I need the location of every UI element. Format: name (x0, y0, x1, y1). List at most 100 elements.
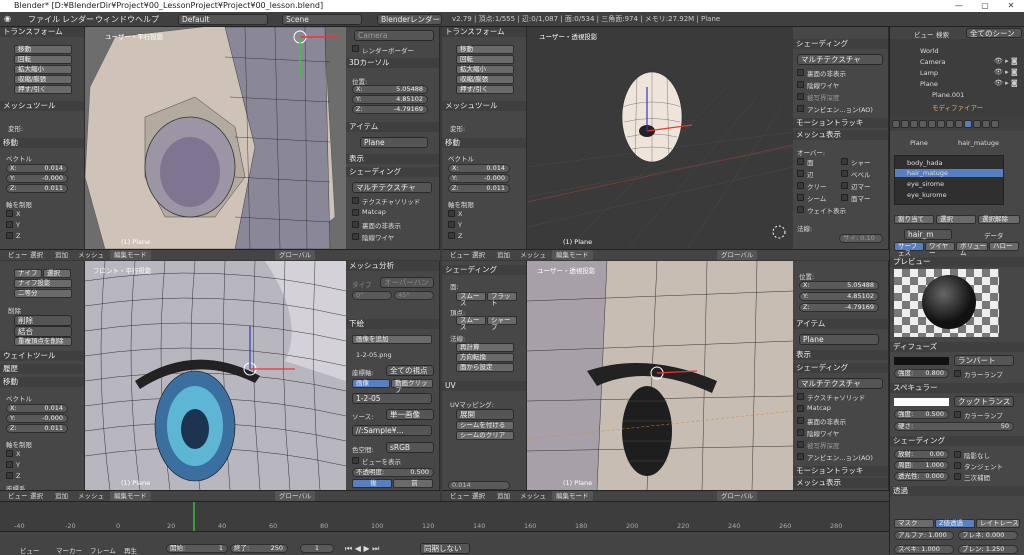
face-checkbox[interactable] (797, 158, 804, 165)
alpha-field[interactable]: アルファ: 1.000 (894, 531, 954, 540)
mode-select[interactable]: 編集モード (552, 250, 593, 260)
constraint-z-checkbox[interactable] (6, 232, 13, 239)
image-datablock-field[interactable]: 1-2-05 (352, 393, 432, 404)
specular-color-swatch[interactable] (894, 398, 949, 406)
view-menu[interactable]: ビュー (450, 491, 470, 501)
render-engine-selector[interactable]: Blenderレンダー (377, 14, 442, 25)
mesh-tools-header[interactable]: メッシュツール (0, 101, 84, 111)
outliner-item-lamp[interactable]: Lamp (920, 69, 938, 77)
view-menu[interactable]: ビュー (8, 250, 28, 260)
backface-checkbox[interactable] (352, 221, 359, 228)
depth-checkbox[interactable] (797, 93, 804, 100)
edge-checkbox[interactable] (797, 170, 804, 177)
backface-checkbox[interactable] (797, 417, 804, 424)
uv-header[interactable]: UV (442, 381, 526, 391)
constraint-z-checkbox[interactable] (6, 472, 13, 479)
mesh-display-header[interactable]: メッシュ表示 (793, 130, 888, 140)
vector-x-field[interactable]: X: 0.014 (448, 164, 510, 173)
outliner-item-world[interactable]: World (920, 47, 939, 55)
maximize-button[interactable]: ▢ (972, 0, 998, 12)
wire-tab[interactable]: ワイヤー (925, 242, 955, 257)
mark-seam-button[interactable]: シームを付ける (456, 421, 514, 430)
menu-file[interactable]: ファイル (28, 14, 60, 25)
outliner-item-plane001[interactable]: Plane.001 (932, 91, 964, 99)
assign-button[interactable]: 割り当て (894, 215, 934, 224)
render-tab-icon[interactable] (892, 119, 900, 128)
translucency-field[interactable]: 透光性: 0.000 (894, 472, 949, 481)
volume-tab[interactable]: ボリューム (956, 242, 988, 257)
push-button[interactable]: 押す/引く (456, 85, 514, 94)
hidden-wire-checkbox[interactable] (797, 81, 804, 88)
timeline-view-menu[interactable]: ビュー (20, 545, 40, 555)
constraint-x-checkbox[interactable] (448, 210, 455, 217)
knife-button[interactable]: ナイフ (14, 269, 42, 278)
menu-window[interactable]: ウィンドウ (95, 14, 135, 25)
shading-mode-select[interactable]: マルチテクスチャ (797, 378, 883, 389)
knife-project-button[interactable]: ナイフ投影 (14, 279, 72, 288)
matcap-checkbox[interactable] (352, 209, 359, 216)
bevel-checkbox[interactable] (841, 170, 848, 177)
location-z-field[interactable]: Z: -4.79169 (799, 303, 879, 312)
item-header[interactable]: アイテム (346, 122, 439, 132)
image-path-field[interactable]: //:Sample¥... (352, 425, 432, 436)
current-frame-field[interactable]: 1 (300, 544, 334, 553)
shading-mode-select[interactable]: マルチテクスチャ (797, 54, 883, 65)
cursor-z-field[interactable]: Z: -4.79169 (352, 105, 428, 114)
render-border-checkbox[interactable] (352, 45, 359, 52)
colorspace-select[interactable]: sRGB (386, 442, 434, 453)
vector-y-field[interactable]: Y: -0.000 (6, 174, 68, 183)
vector-y-field[interactable]: Y: -0.000 (6, 414, 68, 423)
scene-tab-icon[interactable] (910, 119, 918, 128)
vector-y-field[interactable]: Y: -0.000 (448, 174, 510, 183)
delete-select[interactable]: 削除 (14, 315, 72, 326)
face-marks-checkbox[interactable] (841, 194, 848, 201)
location-x-field[interactable]: X: 5.05488 (799, 281, 879, 290)
layers-tab-icon[interactable] (901, 119, 909, 128)
textured-solid-checkbox[interactable] (352, 197, 359, 204)
operator-header[interactable]: 移動 (442, 138, 526, 148)
outliner-item-modifier[interactable]: モディファイアー (932, 102, 983, 112)
ambient-field[interactable]: 周囲: 1.000 (894, 461, 949, 470)
vector-z-field[interactable]: Z: 0.011 (6, 184, 68, 193)
item-name-field[interactable]: Plane (799, 334, 879, 345)
shading-header[interactable]: シェーディング (346, 167, 439, 177)
layout-selector[interactable]: Default (178, 14, 268, 25)
mesh-menu[interactable]: メッシュ (520, 250, 546, 260)
mesh-menu[interactable]: メッシュ (520, 491, 546, 501)
diffuse-intensity-field[interactable]: 強度: 0.800 (894, 369, 949, 378)
seam-checkbox[interactable] (797, 194, 804, 201)
motion-tracking-header[interactable]: モーショントラッキ (793, 466, 888, 476)
visibility-eye-icon[interactable]: 👁 ▸ ◙ (994, 57, 1018, 65)
push-button[interactable]: 押す/引く (14, 85, 72, 94)
texture-tab-icon[interactable] (973, 119, 981, 128)
physics-tab-icon[interactable] (991, 119, 999, 128)
raytrace-tab[interactable]: レイトレース (976, 519, 1020, 528)
display-header[interactable]: 表示 (793, 350, 888, 360)
hidden-wire-checkbox[interactable] (797, 429, 804, 436)
axis-select[interactable]: 全ての視点 (386, 365, 434, 376)
select-menu[interactable]: 選択 (472, 250, 485, 260)
ao-checkbox[interactable] (797, 453, 804, 460)
specular-shader-select[interactable]: クックトランス (954, 396, 1014, 407)
surface-tab[interactable]: サーフェス (894, 242, 924, 257)
start-frame-field[interactable]: 開始: 1 (166, 544, 228, 553)
view-menu[interactable]: ビュー (8, 491, 28, 501)
sharp-checkbox[interactable] (841, 158, 848, 165)
scale-button[interactable]: 拡大縮小 (14, 65, 72, 74)
image-tab[interactable]: 画像 (352, 379, 390, 388)
shrink-button[interactable]: 収縮/膨張 (14, 75, 72, 84)
specular-ramp-checkbox[interactable] (954, 411, 961, 418)
opacity-field[interactable]: 不透明度: 0.500 (352, 468, 434, 477)
flip-button[interactable]: 方向転換 (456, 353, 514, 362)
diffuse-shader-select[interactable]: ランバート (954, 355, 1014, 366)
scene-selector[interactable]: Scene (282, 14, 362, 25)
mode-select[interactable]: 編集モード (110, 491, 151, 501)
remove-doubles-button[interactable]: 重複頂点を削除 (14, 337, 72, 346)
viewport-top-right[interactable]: ユーザー・透視投影 (1) Plane (527, 27, 793, 249)
viewport-bottom-left[interactable]: フロント・平行投影 (1) Plane (85, 261, 346, 490)
clip-tab[interactable]: 動画クリップ (391, 379, 433, 394)
faces-flat-button[interactable]: フラット (487, 292, 517, 307)
constraint-tab-icon[interactable] (937, 119, 945, 128)
angle-min-field[interactable]: 0° (352, 291, 392, 300)
menu-render[interactable]: レンダー (62, 14, 94, 25)
